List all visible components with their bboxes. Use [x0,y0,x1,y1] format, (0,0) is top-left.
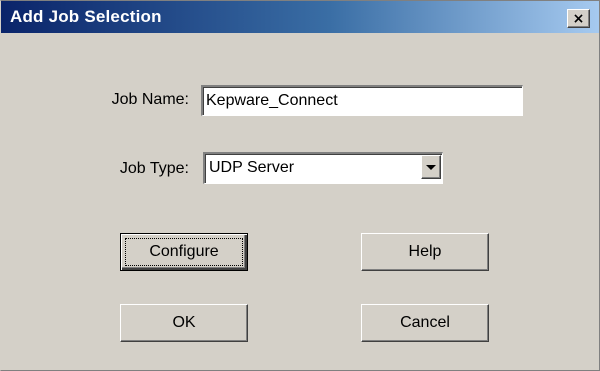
dialog-title: Add Job Selection [10,7,162,26]
job-name-field[interactable] [201,85,523,116]
configure-button-label: Configure [149,243,219,260]
close-button[interactable]: × [567,9,590,28]
ok-button[interactable]: OK [120,304,248,342]
job-type-label: Job Type: [119,160,189,177]
cancel-button[interactable]: Cancel [361,304,489,342]
help-button[interactable]: Help [361,233,489,271]
ok-button-label: OK [172,314,196,331]
job-type-dropdown-button[interactable] [421,155,441,179]
chevron-down-icon [426,165,436,170]
job-type-selected-value: UDP Server [209,159,295,176]
cancel-button-label: Cancel [400,314,450,331]
close-icon: × [572,10,585,27]
configure-button[interactable]: Configure [120,233,248,271]
add-job-selection-dialog: Add Job Selection × Job Name: Job Type: … [0,0,600,371]
job-type-select[interactable]: UDP Server [203,152,443,184]
help-button-label: Help [408,243,442,260]
job-name-label: Job Name: [111,91,189,108]
title-bar[interactable]: Add Job Selection × [1,1,599,33]
job-name-input[interactable] [206,89,519,113]
